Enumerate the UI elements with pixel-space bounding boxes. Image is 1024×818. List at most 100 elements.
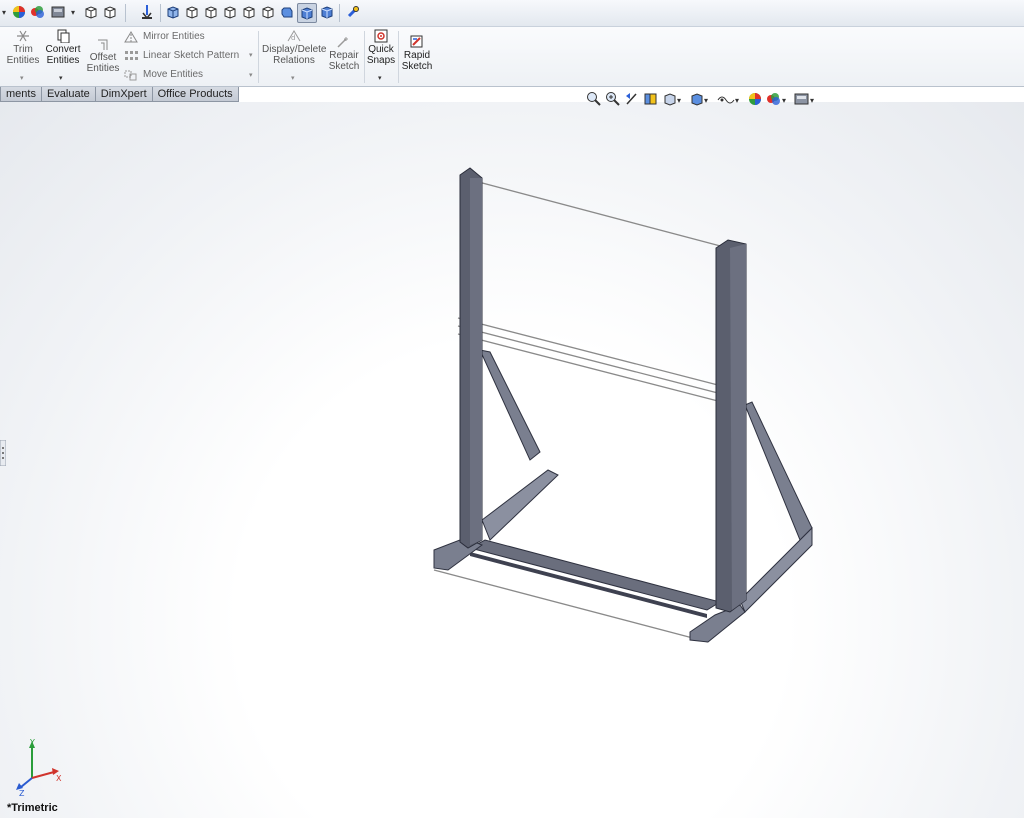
weldment-frame-model[interactable] [0, 102, 1024, 818]
linear-sketch-pattern-button[interactable]: Linear Sketch Pattern [124, 48, 239, 63]
apply-scene-icon[interactable]: ▾ [766, 91, 790, 107]
chevron-down-icon[interactable]: ▾ [2, 8, 6, 17]
offset-entities-button[interactable]: Offset Entities [85, 37, 121, 74]
svg-text:▾: ▾ [735, 96, 739, 105]
move-icon [124, 70, 137, 80]
bottom-rail-edge [470, 552, 707, 618]
right-upright-face [730, 244, 746, 610]
rapid-sketch-icon [410, 35, 423, 48]
hide-show-items-icon[interactable]: ▾ [717, 91, 743, 107]
mirror-label: Mirror Entities [143, 31, 205, 42]
left-upright-face [470, 178, 482, 545]
svg-text:▾: ▾ [704, 96, 708, 105]
chevron-down-icon[interactable]: ▾ [59, 74, 63, 82]
tab-evaluate[interactable]: Evaluate [40, 87, 96, 102]
isometric-icon[interactable] [164, 3, 182, 21]
trim-label: Trim Entities [6, 44, 40, 66]
repair-icon [337, 37, 348, 48]
left-view-icon[interactable] [259, 3, 277, 21]
svg-text:▾: ▾ [677, 96, 681, 105]
chevron-down-icon[interactable]: ▾ [71, 8, 75, 17]
top-view-icon[interactable] [297, 3, 317, 23]
tab-sketch-partial[interactable]: ments [0, 87, 42, 102]
right-base-plate [689, 604, 746, 643]
quick-snaps-button[interactable]: Quick Snaps [366, 29, 396, 66]
mirror-entities-button[interactable]: Mirror Entities [124, 29, 205, 44]
right-brace [744, 401, 813, 541]
repair-label: Repair Sketch [328, 50, 360, 72]
tab-dimxpert[interactable]: DimXpert [94, 87, 153, 102]
display-delete-label: Display/Delete Relations [262, 44, 327, 66]
move-entities-button[interactable]: Move Entities [124, 67, 203, 82]
zoom-to-area-icon[interactable] [605, 91, 621, 107]
front-view-icon[interactable] [221, 3, 239, 21]
triad-y-label: Y [29, 738, 35, 747]
left-foot [481, 469, 559, 541]
convert-entities-button[interactable]: Convert Entities [43, 29, 83, 66]
chevron-down-icon[interactable]: ▾ [291, 74, 295, 82]
rapid-sketch-label: Rapid Sketch [401, 50, 433, 72]
separator [125, 4, 126, 22]
trim-icon [17, 30, 29, 42]
view-orientation-icon[interactable] [82, 3, 100, 21]
chevron-down-icon[interactable]: ▾ [249, 71, 253, 79]
section-view-icon[interactable] [643, 91, 659, 107]
trimetric-icon[interactable] [183, 3, 201, 21]
right-view-icon[interactable] [278, 3, 296, 21]
convert-icon [57, 29, 70, 43]
bottom-rail [468, 539, 722, 611]
mirror-icon [124, 30, 138, 42]
command-manager: Trim Entities ▾ Convert Entities ▾ Offse… [0, 27, 1024, 87]
left-brace [479, 349, 541, 461]
trim-entities-button[interactable]: Trim Entities [5, 29, 41, 66]
svg-text:▾: ▾ [810, 96, 814, 105]
linear-pattern-icon [125, 50, 138, 60]
back-view-icon[interactable] [240, 3, 258, 21]
reference-triad: Y X Z [16, 738, 62, 798]
zoom-to-fit-icon[interactable] [586, 91, 602, 107]
svg-text:▾: ▾ [782, 96, 786, 105]
quick-snaps-icon [374, 29, 388, 43]
repair-sketch-button[interactable]: Repair Sketch [327, 35, 361, 72]
display-style-icon[interactable] [49, 3, 67, 21]
offset-icon [98, 39, 108, 50]
linear-pattern-label: Linear Sketch Pattern [143, 50, 240, 61]
view-toolbar: ▾ ▾ [0, 0, 1024, 27]
appearance-icon[interactable] [10, 3, 28, 21]
separator [339, 4, 340, 22]
triad-x-label: X [56, 774, 62, 783]
triad-z-label: Z [19, 789, 25, 798]
pin-icon[interactable] [344, 3, 362, 21]
section-view-icon[interactable] [101, 3, 119, 21]
display-style-icon[interactable]: ▾ [690, 91, 712, 107]
chevron-down-icon[interactable]: ▾ [20, 74, 24, 82]
separator [398, 31, 399, 83]
previous-view-icon[interactable] [624, 91, 640, 107]
view-name-label: *Trimetric [7, 802, 58, 814]
panel-collapse-handle[interactable] [0, 440, 6, 466]
svg-text:d: d [291, 34, 295, 42]
chevron-down-icon[interactable]: ▾ [249, 51, 253, 59]
dimetric-icon[interactable] [202, 3, 220, 21]
normal-to-icon[interactable] [138, 3, 156, 21]
view-orientation-icon[interactable]: ▾ [663, 91, 685, 107]
quick-snaps-label: Quick Snaps [366, 44, 396, 66]
bottom-view-icon[interactable] [318, 3, 336, 21]
move-label: Move Entities [143, 69, 204, 80]
chevron-down-icon[interactable]: ▾ [378, 74, 382, 82]
offset-label: Offset Entities [86, 52, 120, 74]
convert-label: Convert Entities [45, 44, 81, 66]
view-settings-icon[interactable]: ▾ [793, 91, 819, 107]
edit-appearance-icon[interactable] [747, 91, 763, 107]
tab-office-products[interactable]: Office Products [151, 87, 239, 102]
separator [364, 31, 365, 83]
display-delete-relations-button[interactable]: d Display/Delete Relations [262, 29, 326, 66]
separator [258, 31, 259, 83]
rapid-sketch-button[interactable]: Rapid Sketch [400, 35, 434, 72]
relations-icon: d [287, 30, 301, 42]
right-foot [739, 526, 813, 613]
command-manager-tabs: ments Evaluate DimXpert Office Products [0, 87, 239, 102]
graphics-area[interactable]: ▾ ▾ ▾ ▾ ▾ Y X Z *Trimetric [0, 92, 1024, 818]
separator [160, 4, 161, 22]
scene-icon[interactable] [29, 3, 47, 21]
